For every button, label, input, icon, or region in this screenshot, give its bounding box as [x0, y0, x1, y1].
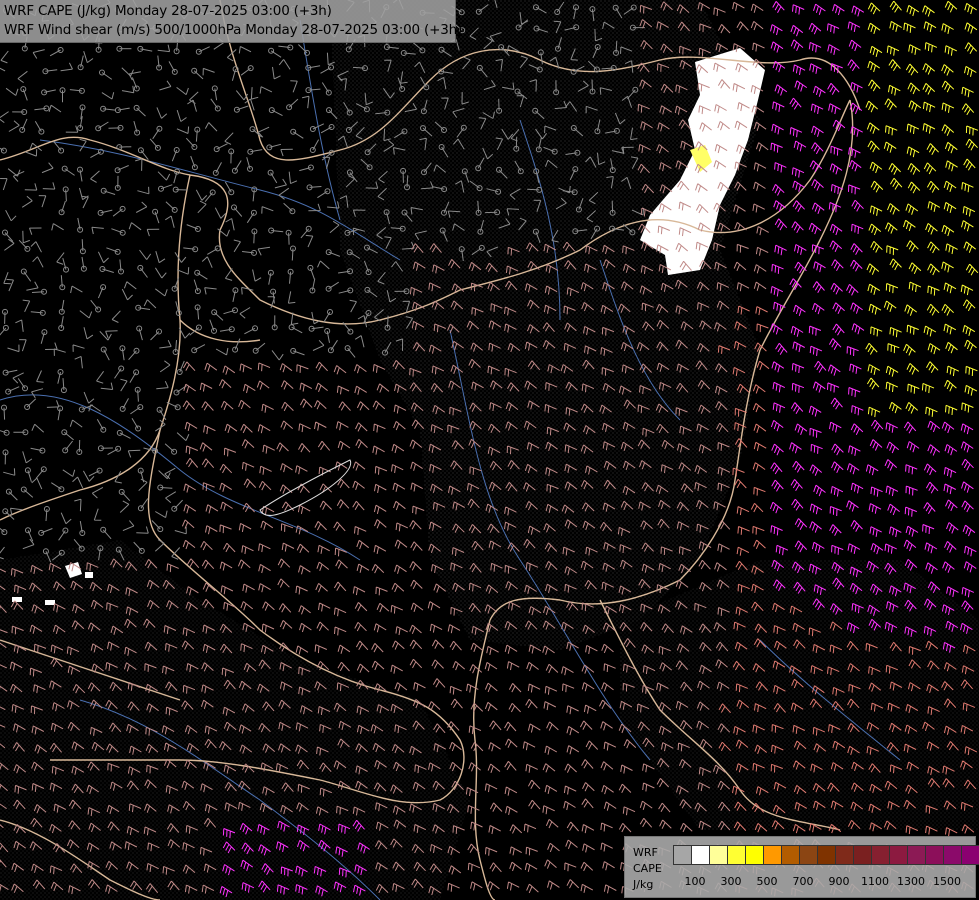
- wind-barb: [591, 79, 593, 92]
- legend-swatch: [691, 845, 710, 865]
- cape-patch: [85, 572, 93, 578]
- weather-map: [0, 0, 979, 900]
- legend-swatch: [817, 845, 836, 865]
- wind-barb: [3, 407, 6, 420]
- legend-tick-label: 500: [756, 875, 778, 888]
- legend-swatch: [889, 845, 908, 865]
- legend-field-label: CAPE: [633, 862, 662, 875]
- legend-model-label: WRF: [633, 846, 658, 859]
- wind-barb: [31, 291, 45, 293]
- legend-swatch: [673, 845, 692, 865]
- legend-tick-label: 1300: [897, 875, 925, 888]
- legend-swatch: [727, 845, 746, 865]
- legend-tick-label: 300: [720, 875, 742, 888]
- stipple-region: [620, 560, 979, 830]
- legend-swatch: [871, 845, 890, 865]
- legend-unit-label: J/kg: [633, 878, 654, 891]
- legend-color-scale: [673, 845, 979, 867]
- legend-swatch: [835, 845, 854, 865]
- cape-patch: [12, 597, 22, 602]
- wind-barb: [137, 389, 139, 402]
- wind-barb: [527, 188, 540, 191]
- map-title-box: WRF CAPE (J/kg) Monday 28-07-2025 03:00 …: [0, 0, 462, 43]
- legend-swatch: [763, 845, 782, 865]
- legend-swatch: [943, 845, 962, 865]
- legend-swatch: [781, 845, 800, 865]
- wind-barb: [81, 239, 84, 252]
- legend-swatch: [907, 845, 926, 865]
- map-stage: WRF CAPE (J/kg) Monday 28-07-2025 03:00 …: [0, 0, 979, 900]
- legend-swatch: [961, 845, 979, 865]
- legend-tick-label: 1500: [933, 875, 961, 888]
- legend-swatch: [925, 845, 944, 865]
- legend-tick-label: 700: [792, 875, 814, 888]
- wind-barb: [352, 66, 366, 69]
- legend-tick-label: 100: [684, 875, 706, 888]
- legend-swatch: [799, 845, 818, 865]
- legend-tick-label: 900: [828, 875, 850, 888]
- wind-barb: [387, 315, 389, 328]
- wind-barb: [288, 232, 290, 245]
- wind-barb: [291, 248, 294, 261]
- legend-swatch: [853, 845, 872, 865]
- cape-patch: [45, 600, 55, 605]
- legend-tick-label: 1100: [861, 875, 889, 888]
- legend-tick-labels: 100 300 500 700 900 1100 1300 1500: [673, 875, 973, 891]
- legend-swatch: [745, 845, 764, 865]
- legend-swatch: [709, 845, 728, 865]
- map-title-shear: WRF Wind shear (m/s) 500/1000hPa Monday …: [4, 22, 463, 38]
- wind-barb: [253, 231, 255, 244]
- map-title-cape: WRF CAPE (J/kg) Monday 28-07-2025 03:00 …: [4, 3, 332, 19]
- wind-barb: [65, 189, 67, 202]
- cape-legend: WRF CAPE J/kg 100 300 500 700 900 1100 1300 150…: [624, 836, 979, 898]
